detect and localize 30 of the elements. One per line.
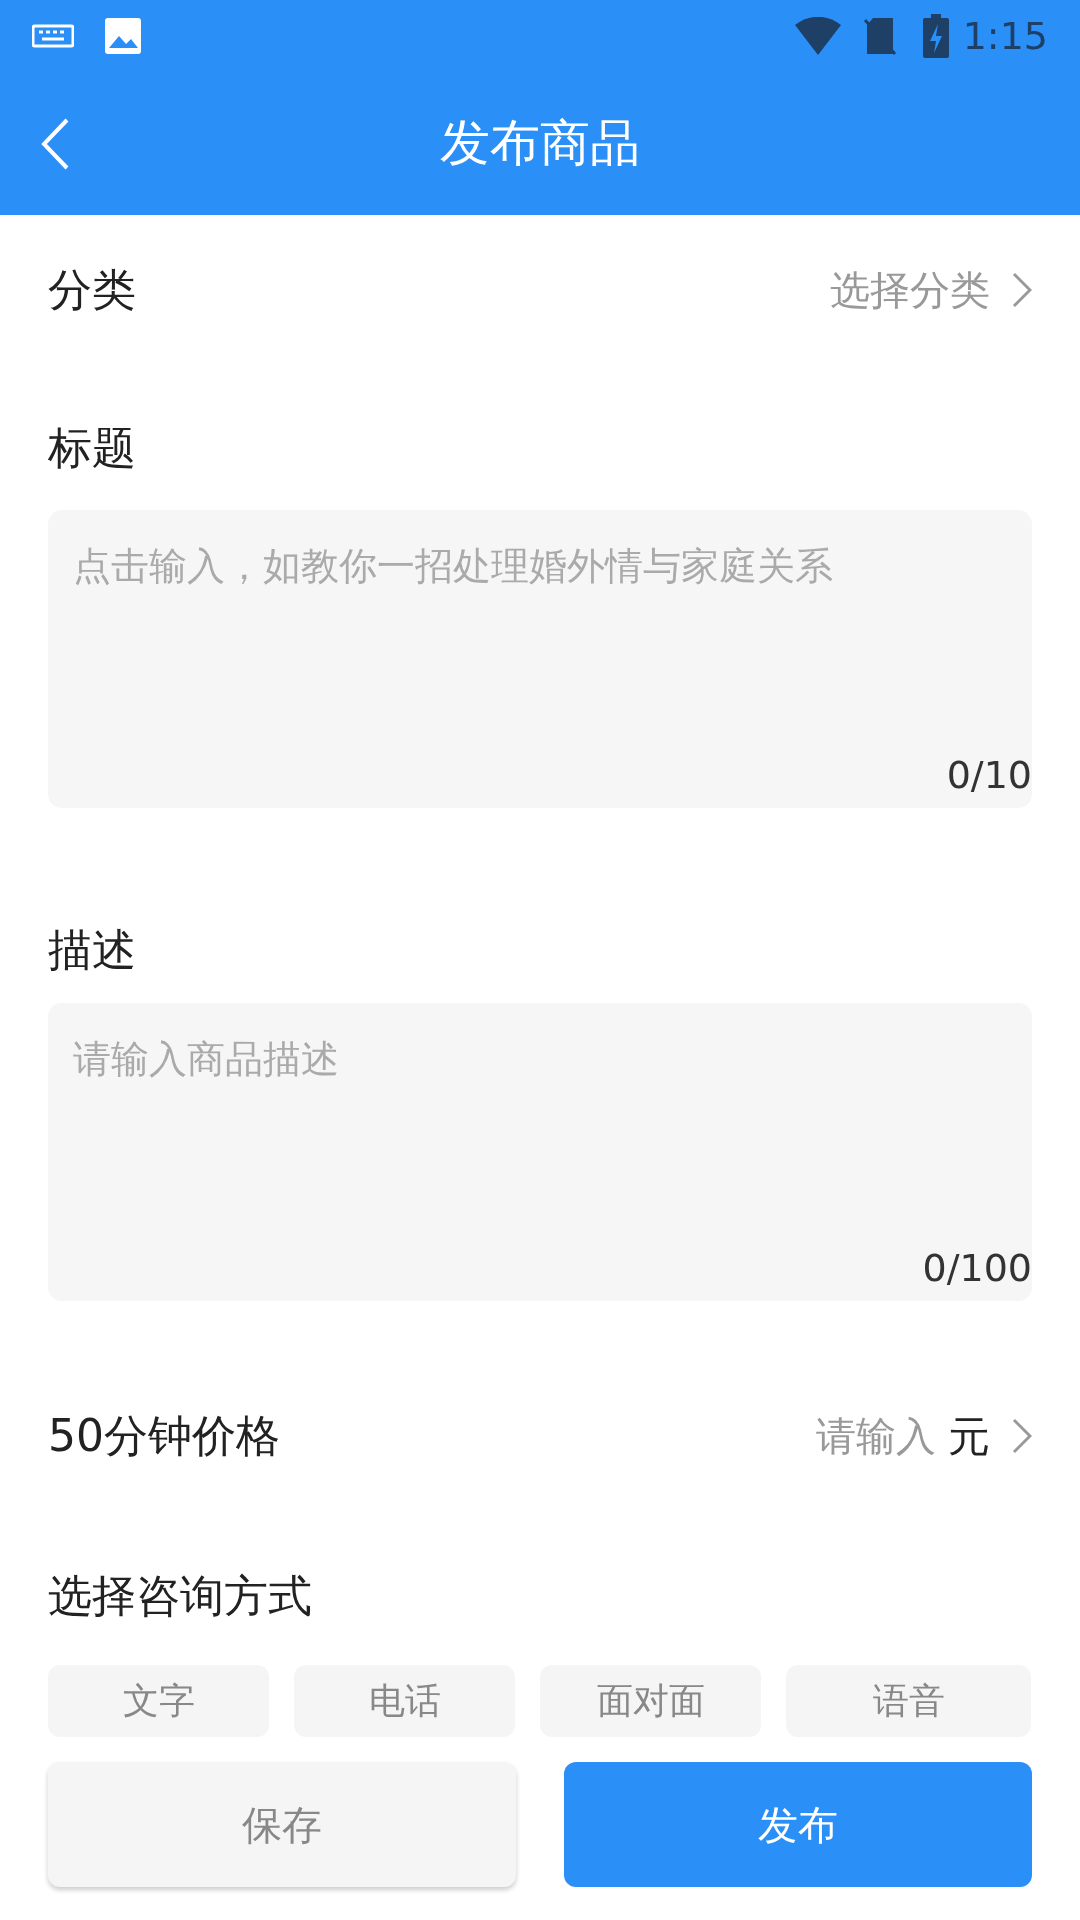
character-counter: 0/100 [922,1245,1032,1292]
category-selector[interactable]: 选择分类 [830,260,990,320]
publish-button[interactable]: 发布 [564,1762,1032,1887]
status-time: 1:15 [962,12,1048,60]
title-label: 标题 [48,420,136,475]
wifi-icon [794,17,841,55]
price-label: 50分钟价格 [48,1409,280,1463]
price-input[interactable]: 请输入 [816,1406,936,1466]
category-label: 分类 [48,263,136,317]
image-icon [104,17,142,55]
title-input[interactable]: 点击输入，如教你一招处理婚外情与家庭关系 0/10 [48,510,1032,808]
chevron-right-icon [1012,272,1032,308]
no-sim-icon [862,16,897,56]
consult-option[interactable]: 电话 [294,1665,515,1737]
save-button[interactable]: 保存 [48,1762,516,1887]
consult-option[interactable]: 面对面 [540,1665,761,1737]
placeholder: 点击输入，如教你一招处理婚外情与家庭关系 [73,544,833,588]
description-label: 描述 [48,923,136,977]
description-input[interactable]: 请输入商品描述 0/100 [48,1003,1032,1301]
consult-label: 选择咨询方式 [48,1569,312,1623]
keyboard-icon [32,23,74,49]
placeholder: 请输入商品描述 [73,1037,339,1081]
back-icon[interactable] [40,117,70,170]
consult-option[interactable]: 语音 [786,1665,1031,1737]
chevron-right-icon [1012,1418,1032,1454]
character-counter: 0/10 [946,752,1032,799]
page-title: 发布商品 [440,113,640,174]
battery-icon [922,14,949,58]
currency-unit: 元 [948,1410,990,1463]
consult-option[interactable]: 文字 [48,1665,269,1737]
